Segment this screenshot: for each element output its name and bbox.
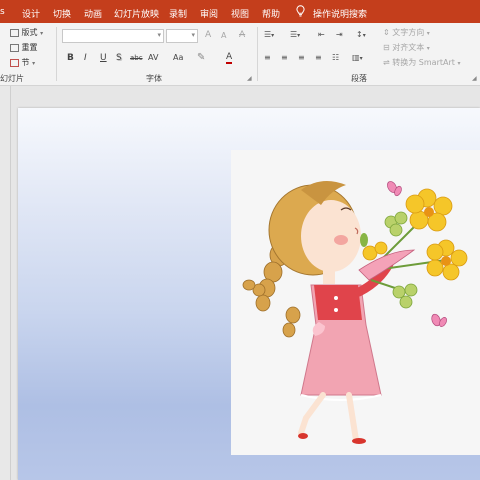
bouquet-shape	[358, 188, 468, 309]
line-spacing-icon[interactable]: ↕▾	[356, 30, 366, 39]
font-group-name: 字体	[146, 74, 162, 83]
shadow-button[interactable]: S	[116, 53, 122, 63]
girl-with-flowers-picture[interactable]	[231, 150, 480, 455]
tab-design[interactable]: 设计	[22, 7, 40, 20]
convert-smartart-label: 转换为 SmartArt	[392, 58, 455, 67]
numbering-icon[interactable]: ☰▾	[290, 30, 300, 39]
tab-transitions[interactable]: 切换	[53, 7, 71, 20]
strikethrough-button[interactable]: abc	[130, 54, 143, 62]
paragraph-group-name: 段落	[351, 74, 367, 83]
clear-format-button[interactable]: A	[239, 30, 245, 40]
slide-thumbnail-pane[interactable]	[0, 86, 11, 480]
chevron-down-icon: ▾	[426, 45, 430, 52]
highlight-icon[interactable]: ✎	[197, 52, 205, 63]
align-text-button[interactable]: ⊟ 对齐文本 ▾	[383, 42, 430, 53]
chevron-down-icon: ▾	[426, 30, 430, 37]
lightbulb-icon	[296, 5, 305, 20]
justify-icon[interactable]: ≡	[315, 53, 322, 62]
chevron-down-icon: ▾	[457, 60, 461, 67]
chevron-down-icon: ▾	[40, 30, 44, 37]
align-text-label: 对齐文本	[392, 43, 425, 52]
chevron-down-icon: ▾	[191, 31, 195, 39]
shoe-shape	[352, 438, 366, 444]
change-case-button[interactable]: Aa	[173, 53, 183, 62]
char-spacing-button[interactable]: AV	[148, 53, 158, 62]
align-center-icon[interactable]: ≡	[281, 53, 288, 62]
columns-icon[interactable]: ▥▾	[352, 53, 363, 62]
tab-animations[interactable]: 动画	[84, 7, 102, 20]
tab-view[interactable]: 视图	[231, 7, 249, 20]
layout-button[interactable]: 版式 ▾	[10, 27, 43, 38]
reset-icon	[10, 43, 19, 52]
bold-button[interactable]: B	[67, 53, 74, 63]
ribbon-home: 版式 ▾ 重置 节 ▾ 幻灯片 ▾ ▾ A A A B I U S abc AV…	[0, 23, 480, 86]
slides-group-name: 幻灯片	[0, 74, 24, 83]
butterfly-shape	[387, 181, 402, 197]
tab-start-fragment[interactable]: s	[0, 7, 5, 17]
font-color-button[interactable]: A	[226, 53, 233, 64]
text-direction-icon: ⇕	[383, 28, 390, 37]
head-shape	[268, 181, 361, 276]
reset-button[interactable]: 重置	[10, 42, 38, 53]
font-size-combo[interactable]: ▾	[166, 29, 198, 43]
tab-review[interactable]: 审阅	[200, 7, 218, 20]
section-label: 节	[21, 58, 30, 67]
font-name-combo[interactable]: ▾	[62, 29, 164, 43]
butterfly-shape	[431, 313, 447, 327]
group-divider	[257, 27, 258, 81]
decrease-indent-icon[interactable]: ⇤	[318, 30, 325, 39]
group-divider	[56, 27, 57, 81]
legs-shape	[298, 392, 359, 443]
dialog-launcher-icon[interactable]: ◢	[472, 75, 477, 82]
layout-icon	[10, 28, 19, 37]
shoe-shape	[298, 433, 308, 439]
layout-label: 版式	[21, 28, 38, 37]
section-button[interactable]: 节 ▾	[10, 57, 35, 68]
italic-button[interactable]: I	[84, 53, 87, 63]
text-direction-label: 文字方向	[392, 28, 425, 37]
dialog-launcher-icon[interactable]: ◢	[247, 75, 252, 82]
section-icon	[10, 58, 19, 67]
shrink-font-button[interactable]: A	[221, 31, 226, 40]
tab-slideshow[interactable]: 幻灯片放映	[114, 7, 159, 20]
tab-help[interactable]: 帮助	[262, 7, 280, 20]
dress-shape	[300, 284, 382, 401]
ribbon-tab-bar: s 设计 切换 动画 幻灯片放映 录制 审阅 视图 帮助 操作说明搜索	[0, 0, 480, 23]
increase-indent-icon[interactable]: ⇥	[336, 30, 343, 39]
distributed-icon[interactable]: ☷	[332, 53, 339, 62]
text-direction-button[interactable]: ⇕ 文字方向 ▾	[383, 27, 430, 38]
chevron-down-icon: ▾	[32, 60, 36, 67]
bullets-icon[interactable]: ☰▾	[264, 30, 274, 39]
tab-record[interactable]: 录制	[169, 7, 187, 20]
grow-font-button[interactable]: A	[205, 30, 211, 40]
underline-button[interactable]: U	[100, 53, 107, 63]
align-left-icon[interactable]: ≡	[264, 53, 271, 62]
smartart-icon: ⇌	[383, 58, 390, 67]
reset-label: 重置	[21, 43, 38, 52]
neck-shape	[323, 268, 335, 284]
tell-me-search[interactable]: 操作说明搜索	[313, 7, 367, 20]
chevron-down-icon: ▾	[157, 31, 161, 39]
align-text-icon: ⊟	[383, 43, 390, 52]
align-right-icon[interactable]: ≡	[298, 53, 305, 62]
convert-smartart-button[interactable]: ⇌ 转换为 SmartArt ▾	[383, 57, 460, 68]
